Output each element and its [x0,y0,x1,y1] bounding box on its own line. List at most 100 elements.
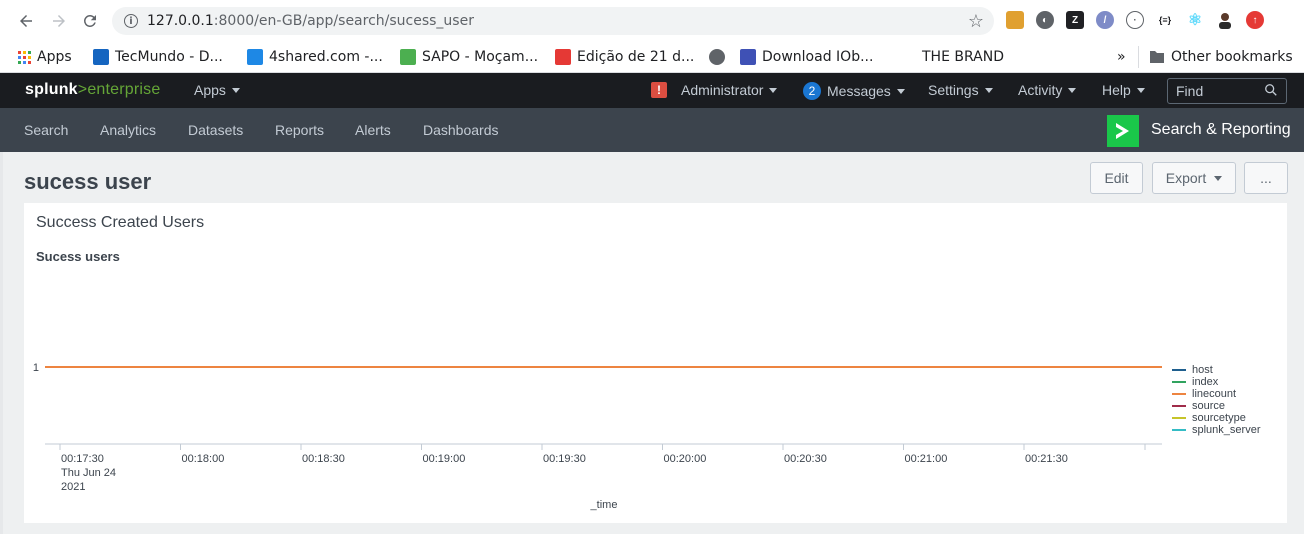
legend-item[interactable]: index [1172,376,1260,388]
logo-enterprise-text: enterprise [87,81,161,98]
legend-swatch [1172,369,1186,371]
x-tick-label: 00:18:30 [302,453,345,465]
bookmark-sapo[interactable]: SAPO - Moçam... [400,49,538,65]
profile-avatar-icon[interactable] [1216,11,1234,29]
nav-dashboards[interactable]: Dashboards [423,122,499,138]
bookmark-edicao[interactable]: Edição de 21 d... [555,49,694,65]
legend-item[interactable]: host [1172,364,1260,376]
splunk-logo[interactable]: splunk>enterprise [25,81,160,99]
folder-icon [1150,51,1164,63]
bookmark-the-brand[interactable]: THE BRAND [900,49,1004,65]
dashboard-panel: Success Created Users Sucess users 00:17… [24,203,1287,523]
activity-menu[interactable]: Activity [1018,82,1077,98]
legend-item[interactable]: splunk_server [1172,424,1260,436]
nav-search[interactable]: Search [24,122,68,138]
x-tick-label: 00:18:00 [182,453,225,465]
caret-down-icon [896,88,905,94]
extension-react-icon[interactable]: ⚛ [1186,11,1204,29]
bookmark-globe[interactable] [709,49,725,65]
x-tick-label: 00:20:00 [664,453,707,465]
export-button[interactable]: Export [1152,162,1236,194]
x-tick-sublabel: Thu Jun 24 [61,467,116,479]
update-alert-icon[interactable]: ↑ [1246,11,1264,29]
legend-label: source [1192,400,1226,412]
activity-label: Activity [1018,82,1063,98]
more-actions-label: ... [1260,170,1272,186]
nav-analytics[interactable]: Analytics [100,122,156,138]
bookmark-label: THE BRAND [922,49,1004,65]
legend-item[interactable]: sourcetype [1172,412,1260,424]
extension-json-icon[interactable]: {≡} [1156,11,1174,29]
bookmark-apps[interactable]: Apps [18,49,72,65]
other-bookmarks-folder[interactable]: Other bookmarks [1149,49,1293,65]
legend-label: splunk_server [1192,424,1261,436]
y-tick-label: 1 [33,362,39,374]
edicao-favicon-icon [555,49,571,65]
bookmark-label: Edição de 21 d... [577,49,695,65]
search-icon[interactable] [1264,83,1278,97]
bookmarks-divider [1138,46,1139,68]
bookmark-iobit[interactable]: Download IOb... [740,49,873,65]
administrator-menu[interactable]: ! Administrator [651,82,778,98]
back-button[interactable] [11,6,41,36]
bookmark-tecmundo[interactable]: TecMundo - D... [93,49,223,65]
apps-grid-icon [18,50,31,64]
app-navigation-bar: Search Analytics Datasets Reports Alerts… [0,108,1304,152]
forward-arrow-icon [53,15,65,27]
sapo-favicon-icon [400,49,416,65]
left-edge-strip [0,152,3,534]
settings-menu[interactable]: Settings [928,82,993,98]
bookmark-label: SAPO - Moçam... [422,49,539,65]
x-tick-label: 00:17:30 [61,453,104,465]
bookmark-star-icon[interactable]: ☆ [968,11,984,32]
extension-dark-mode-icon[interactable]: ◐ [1036,11,1054,29]
other-bookmarks-label: Other bookmarks [1171,49,1293,65]
bookmarks-bar: Apps TecMundo - D... 4shared.com -... SA… [0,42,1304,73]
caret-down-icon [231,87,240,93]
search-app-logo-icon [1107,115,1139,147]
bookmark-label: Apps [37,49,72,65]
logo-splunk-text: splunk [25,81,78,98]
globe-icon [709,49,725,65]
nav-reports[interactable]: Reports [275,122,324,138]
help-label: Help [1102,82,1131,98]
settings-label: Settings [928,82,979,98]
help-menu[interactable]: Help [1102,82,1145,98]
edit-button[interactable]: Edit [1090,162,1143,194]
more-actions-button[interactable]: ... [1244,162,1288,194]
x-axis-label: _time [590,499,618,511]
alert-icon: ! [651,82,667,98]
tecmundo-favicon-icon [93,49,109,65]
nav-alerts[interactable]: Alerts [355,122,391,138]
site-info-icon[interactable]: i [124,14,138,28]
more-bookmarks-chevron-icon: » [1117,49,1126,65]
extension-z-icon[interactable]: Z [1066,11,1084,29]
url-path: :8000/en-GB/app/search/sucess_user [213,13,474,29]
chart-legend: host index linecount source sourcetype splunk… [1172,364,1260,436]
extension-circle-icon[interactable]: · [1126,11,1144,29]
caret-down-icon [769,87,778,93]
legend-item[interactable]: source [1172,400,1260,412]
nav-datasets[interactable]: Datasets [188,122,243,138]
messages-label: Messages [827,83,891,99]
legend-label: host [1192,364,1213,376]
reload-button[interactable] [75,6,105,36]
apps-menu[interactable]: Apps [194,82,240,98]
extension-notes-icon[interactable] [1006,11,1024,29]
extension-feather-icon[interactable]: / [1096,11,1114,29]
app-title: Search & Reporting [1151,121,1291,138]
find-input[interactable]: Find [1167,78,1287,104]
legend-label: linecount [1192,388,1237,400]
bookmark-label: Download IOb... [762,49,874,65]
bookmark-label: TecMundo - D... [115,49,223,65]
x-tick-label: 00:19:30 [543,453,586,465]
legend-item[interactable]: linecount [1172,388,1260,400]
x-tick-sublabel: 2021 [61,481,85,493]
messages-menu[interactable]: 2 Messages [803,82,905,100]
forward-button[interactable] [44,6,74,36]
more-bookmarks-button[interactable]: » [1117,49,1126,65]
x-tick-label: 00:21:30 [1025,453,1068,465]
splunk-header: splunk>enterprise Apps ! Administrator 2… [0,73,1304,108]
bookmark-4shared[interactable]: 4shared.com -... [247,49,383,65]
address-bar[interactable]: i 127.0.0.1:8000/en-GB/app/search/sucess… [112,7,994,35]
